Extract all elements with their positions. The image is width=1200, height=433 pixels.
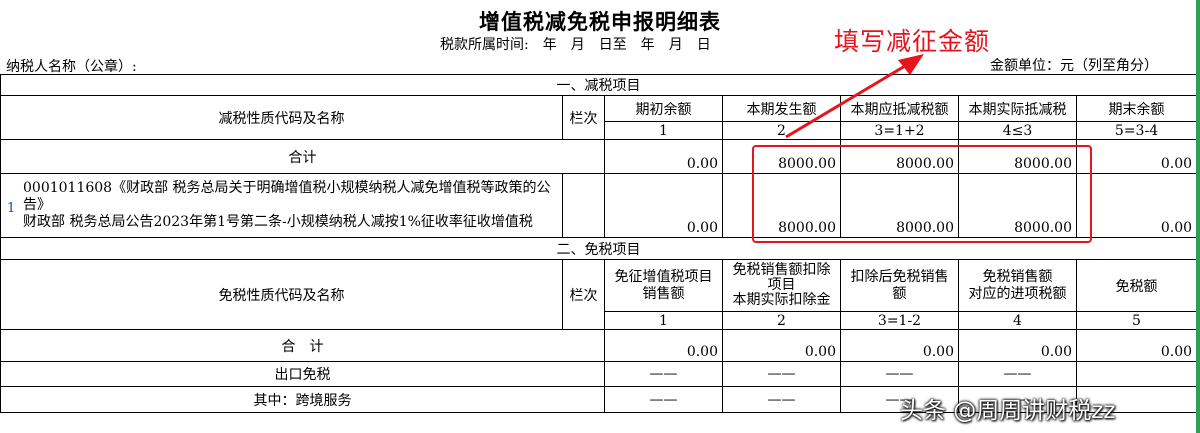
annotation-arrow-icon	[785, 54, 924, 139]
watermark: 头条 @周周讲财税zz	[900, 398, 1116, 424]
side-strip	[1196, 0, 1200, 433]
